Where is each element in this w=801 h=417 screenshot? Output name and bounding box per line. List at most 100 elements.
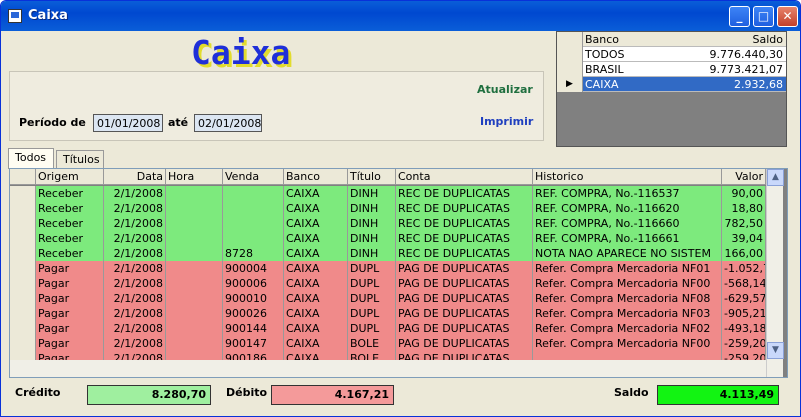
col-origem[interactable]: Origem <box>36 169 104 185</box>
window-title: Caixa <box>28 8 68 23</box>
table-row[interactable]: Pagar 2/1/2008 900010 CAIXA DUPL PAG DE DUPLI… <box>10 291 766 307</box>
col-conta[interactable]: Conta <box>396 169 533 185</box>
cell-venda: 900004 <box>223 261 284 277</box>
cell-banco: CAIXA <box>284 276 348 292</box>
cell-hora <box>166 291 223 307</box>
cell-data: 2/1/2008 <box>104 321 166 337</box>
bank-name: CAIXA <box>585 78 619 91</box>
cell-banco: CAIXA <box>284 231 348 247</box>
transactions-grid: Origem Data Hora Venda Banco Título Cont… <box>9 168 788 378</box>
current-row-arrow-icon[interactable]: ▶ <box>557 77 583 92</box>
table-row[interactable]: Pagar 2/1/2008 900006 CAIXA DUPL PAG DE DUPLI… <box>10 276 766 292</box>
row-selector[interactable] <box>10 276 36 292</box>
row-selector[interactable] <box>10 336 36 352</box>
cell-historico: REF. COMPRA, No.-116620 <box>533 201 722 217</box>
row-selector[interactable] <box>557 47 583 62</box>
row-selector[interactable] <box>10 201 36 217</box>
until-label: até <box>168 116 189 129</box>
page-title: Caixa <box>191 33 291 72</box>
cell-banco: CAIXA <box>284 216 348 232</box>
cell-historico: Refer. Compra Mercadoria NF01 <box>533 261 722 277</box>
cell-conta: PAG DE DUPLICATAS <box>396 261 533 277</box>
bank-row[interactable]: BRASIL 9.773.421,07 <box>557 62 786 77</box>
bank-row[interactable]: TODOS 9.776.440,30 <box>557 47 786 62</box>
col-historico[interactable]: Historico <box>533 169 722 185</box>
cell-titulo: DINH <box>348 231 396 247</box>
filter-panel: Período de 01/01/2008 até 02/01/2008 Atu… <box>9 71 544 141</box>
table-row[interactable]: Receber 2/1/2008 CAIXA DINH REC DE DUPLICATA… <box>10 186 766 202</box>
refresh-button[interactable]: Atualizar <box>477 83 533 96</box>
cell-valor: -493,18 <box>724 321 766 337</box>
cell-titulo: DUPL <box>348 321 396 337</box>
cell-hora <box>166 321 223 337</box>
cell-data: 2/1/2008 <box>104 216 166 232</box>
col-banco[interactable]: Banco <box>284 169 348 185</box>
row-selector[interactable] <box>10 186 36 202</box>
row-selector[interactable] <box>10 291 36 307</box>
row-selector[interactable] <box>10 246 36 262</box>
cell-origem: Receber <box>36 201 104 217</box>
close-button[interactable]: ✕ <box>777 6 798 27</box>
scroll-down-icon[interactable]: ▼ <box>767 342 784 359</box>
col-valor[interactable]: Valor <box>722 169 766 185</box>
cell-banco: CAIXA <box>284 336 348 352</box>
start-date-field[interactable]: 01/01/2008 <box>93 114 163 132</box>
table-row[interactable]: Pagar 2/1/2008 900004 CAIXA DUPL PAG DE DUPLI… <box>10 261 766 277</box>
cell-historico: REF. COMPRA, No.-116537 <box>533 186 722 202</box>
tab-todos[interactable]: Todos <box>8 148 54 169</box>
cell-hora <box>166 276 223 292</box>
cell-hora <box>166 216 223 232</box>
scroll-up-icon[interactable]: ▲ <box>767 169 784 186</box>
col-titulo[interactable]: Título <box>348 169 396 185</box>
debit-label: Débito <box>226 386 268 399</box>
table-row[interactable]: Receber 2/1/2008 CAIXA DINH REC DE DUPLICATA… <box>10 201 766 217</box>
cell-titulo: DUPL <box>348 276 396 292</box>
table-row[interactable]: Receber 2/1/2008 CAIXA DINH REC DE DUPLICATA… <box>10 216 766 232</box>
bank-balance: 9.776.440,30 <box>709 48 783 61</box>
vertical-scrollbar[interactable]: ▲ ▼ <box>766 169 784 377</box>
bank-row-selected[interactable]: ▶ CAIXA 2.932,68 <box>557 77 786 92</box>
table-row[interactable]: Receber 2/1/2008 8728 CAIXA DINH REC DE DUPLI… <box>10 246 766 262</box>
row-selector[interactable] <box>10 306 36 322</box>
cell-conta: REC DE DUPLICATAS <box>396 201 533 217</box>
cell-origem: Pagar <box>36 276 104 292</box>
row-selector[interactable] <box>10 231 36 247</box>
cell-conta: PAG DE DUPLICATAS <box>396 276 533 292</box>
row-selector[interactable] <box>10 216 36 232</box>
cell-data: 2/1/2008 <box>104 336 166 352</box>
title-bar[interactable]: Caixa _ □ ✕ <box>1 1 800 31</box>
cell-hora <box>166 261 223 277</box>
table-row[interactable]: Pagar 2/1/2008 900144 CAIXA DUPL PAG DE DUPLI… <box>10 321 766 337</box>
tab-titulos[interactable]: Títulos <box>56 150 104 168</box>
maximize-icon: □ <box>757 9 770 23</box>
cell-origem: Pagar <box>36 336 104 352</box>
cell-titulo: DUPL <box>348 261 396 277</box>
minimize-button[interactable]: _ <box>729 6 750 27</box>
cell-valor: -259,20 <box>724 336 766 352</box>
horizontal-scrollbar[interactable] <box>10 360 766 377</box>
client-area: Caixa Período de 01/01/2008 até 02/01/20… <box>4 31 799 415</box>
table-row[interactable]: Pagar 2/1/2008 900147 CAIXA BOLE PAG DE DUPLI… <box>10 336 766 352</box>
cell-venda: 900010 <box>223 291 284 307</box>
cell-venda: 900026 <box>223 306 284 322</box>
caixa-window: Caixa _ □ ✕ Caixa Período de 01/01/2008 … <box>0 0 801 417</box>
cell-data: 2/1/2008 <box>104 306 166 322</box>
cell-banco: CAIXA <box>284 306 348 322</box>
cell-conta: REC DE DUPLICATAS <box>396 231 533 247</box>
cell-titulo: DUPL <box>348 291 396 307</box>
row-selector[interactable] <box>10 321 36 337</box>
print-button[interactable]: Imprimir <box>480 115 533 128</box>
row-selector[interactable] <box>557 62 583 77</box>
table-row[interactable]: Pagar 2/1/2008 900026 CAIXA DUPL PAG DE DUPLI… <box>10 306 766 322</box>
col-data[interactable]: Data <box>104 169 166 185</box>
cell-conta: REC DE DUPLICATAS <box>396 186 533 202</box>
close-icon: ✕ <box>782 9 793 23</box>
end-date-field[interactable]: 02/01/2008 <box>194 114 262 132</box>
row-selector[interactable] <box>10 261 36 277</box>
cell-origem: Pagar <box>36 321 104 337</box>
col-venda[interactable]: Venda <box>223 169 284 185</box>
cell-historico: Refer. Compra Mercadoria NF03 <box>533 306 722 322</box>
maximize-button[interactable]: □ <box>753 6 774 27</box>
col-hora[interactable]: Hora <box>166 169 223 185</box>
table-row[interactable]: Receber 2/1/2008 CAIXA DINH REC DE DUPLICATA… <box>10 231 766 247</box>
